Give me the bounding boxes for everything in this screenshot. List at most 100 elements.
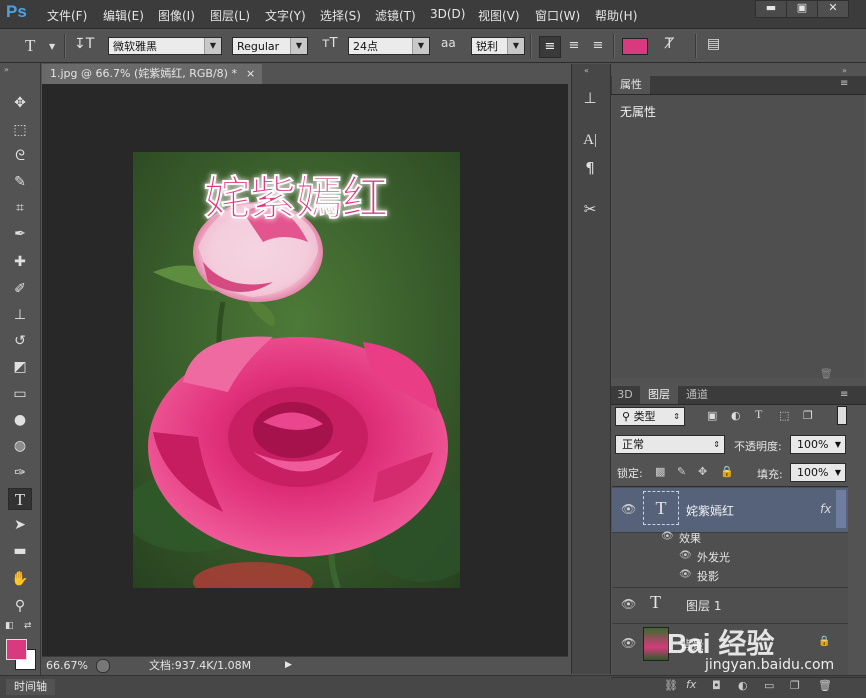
zoom-tool-icon[interactable]: ⚲	[8, 595, 32, 617]
document-image[interactable]: 姹紫嫣红	[133, 152, 460, 588]
history-panel-icon[interactable]: ⊥	[576, 86, 604, 110]
tab-channels[interactable]: 通道	[680, 386, 714, 404]
brush-tool-icon[interactable]: ✐	[8, 278, 32, 300]
lock-all-icon[interactable]: 🔒	[720, 465, 734, 478]
add-mask-icon[interactable]: ◘	[712, 679, 721, 692]
marquee-tool-icon[interactable]: ⬚	[8, 119, 32, 141]
align-right-icon[interactable]: ≡	[588, 36, 608, 56]
font-size-select[interactable]: 24点 ▼	[348, 37, 430, 55]
filter-shape-icon[interactable]: ⬚	[779, 409, 789, 422]
panel-menu-icon[interactable]: ≡	[840, 389, 848, 400]
tab-layers[interactable]: 图层	[640, 386, 678, 404]
type-tool-icon-active[interactable]: T	[8, 488, 32, 510]
crop-tool-icon[interactable]: ⌗	[8, 197, 32, 219]
font-style-select[interactable]: Regular ▼	[232, 37, 308, 55]
close-tab-icon[interactable]: ×	[246, 67, 255, 80]
new-layer-icon[interactable]: ❐	[790, 679, 800, 692]
panel-menu-icon[interactable]: ≡	[840, 78, 848, 89]
layer-name[interactable]: 姹紫嫣红	[686, 502, 734, 519]
status-menu-arrow-icon[interactable]: ▶	[285, 657, 292, 674]
menu-view[interactable]: 视图(V)	[478, 7, 520, 24]
gradient-tool-icon[interactable]: ▭	[8, 383, 32, 405]
blur-tool-icon[interactable]: ●	[8, 409, 32, 431]
new-group-icon[interactable]: ▭	[764, 679, 774, 692]
filter-toggle[interactable]	[837, 406, 847, 425]
menu-filter[interactable]: 滤镜(T)	[375, 7, 416, 24]
zoom-level[interactable]: 66.67%	[46, 657, 88, 674]
effects-label[interactable]: 效果	[679, 530, 701, 546]
menu-layer[interactable]: 图层(L)	[210, 7, 250, 24]
font-family-select[interactable]: 微软雅黑 ▼	[108, 37, 222, 55]
pen-tool-icon[interactable]: ✑	[8, 462, 32, 484]
tab-3d[interactable]: 3D	[612, 386, 638, 404]
add-style-icon[interactable]: fx	[686, 678, 696, 691]
visibility-eye-icon[interactable]: 👁	[621, 597, 636, 611]
visibility-eye-icon[interactable]: 👁	[621, 502, 636, 516]
move-tool-icon[interactable]: ✥	[8, 92, 32, 114]
close-icon[interactable]: ✕	[817, 0, 849, 18]
timeline-tab[interactable]: 时间轴	[6, 679, 55, 695]
effects-eye-icon[interactable]: 👁	[661, 531, 674, 542]
eyedropper-tool-icon[interactable]: ✒	[8, 223, 32, 245]
collapse-icon[interactable]: «	[584, 66, 589, 75]
clone-stamp-tool-icon[interactable]: ⊥	[8, 304, 32, 326]
layer-effects-fx-icon[interactable]: fx	[820, 502, 831, 516]
path-selection-tool-icon[interactable]: ➤	[8, 514, 32, 536]
text-color-swatch[interactable]	[622, 38, 648, 55]
menu-image[interactable]: 图像(I)	[158, 7, 195, 24]
menu-window[interactable]: 窗口(W)	[535, 7, 580, 24]
trash-icon[interactable]: 🗑	[820, 369, 833, 380]
paragraph-panel-icon[interactable]: ¶	[576, 156, 604, 180]
character-panel-icon[interactable]: A|	[576, 128, 604, 152]
align-left-icon[interactable]: ≡	[539, 36, 561, 58]
hand-tool-icon[interactable]: ✋	[8, 568, 32, 590]
quick-selection-tool-icon[interactable]: ✎	[8, 171, 32, 193]
drop-shadow-eye-icon[interactable]: 👁	[679, 569, 692, 580]
align-center-icon[interactable]: ≡	[564, 36, 584, 56]
tool-presets-icon[interactable]: ✂	[576, 197, 604, 221]
filter-smart-object-icon[interactable]: ❐	[803, 409, 813, 422]
healing-brush-tool-icon[interactable]: ✚	[8, 251, 32, 273]
text-orientation-icon[interactable]: ↧T	[74, 36, 94, 52]
outer-glow-eye-icon[interactable]: 👁	[679, 550, 692, 561]
eraser-tool-icon[interactable]: ◩	[8, 356, 32, 378]
swap-colors-icon[interactable]: ⇄	[24, 621, 32, 631]
character-panel-icon[interactable]: ▤	[707, 36, 720, 52]
rectangle-tool-icon[interactable]: ▬	[8, 540, 32, 562]
filter-adjustment-icon[interactable]: ◐	[731, 409, 741, 422]
history-brush-tool-icon[interactable]: ↺	[8, 330, 32, 352]
visibility-eye-icon[interactable]: 👁	[621, 636, 636, 650]
menu-edit[interactable]: 编辑(E)	[103, 7, 144, 24]
layers-scrollbar[interactable]	[836, 490, 846, 528]
foreground-color-swatch[interactable]	[6, 639, 27, 660]
minimize-icon[interactable]: ▬	[755, 0, 787, 18]
tool-preset-arrow-icon[interactable]: ▼	[49, 42, 55, 51]
menu-type[interactable]: 文字(Y)	[265, 7, 306, 24]
filter-pixel-icon[interactable]: ▣	[707, 409, 717, 422]
menu-file[interactable]: 文件(F)	[47, 7, 87, 24]
menu-help[interactable]: 帮助(H)	[595, 7, 637, 24]
fill-input[interactable]: 100% ▼	[790, 463, 846, 482]
status-preview-icon[interactable]	[96, 659, 110, 673]
warp-text-icon[interactable]: Ⱦ	[665, 36, 674, 52]
link-layers-icon[interactable]: ⛓	[664, 679, 678, 692]
lock-pixels-icon[interactable]: ✎	[677, 465, 686, 478]
restore-icon[interactable]: ▣	[786, 0, 818, 18]
layer-filter-select[interactable]: ⚲ 类型 ⇕	[615, 407, 685, 426]
blend-mode-select[interactable]: 正常 ⇕	[615, 435, 725, 454]
menu-3d[interactable]: 3D(D)	[430, 7, 465, 21]
type-tool-icon[interactable]: T	[25, 36, 35, 56]
antialias-select[interactable]: 锐利 ▼	[471, 37, 525, 55]
menu-select[interactable]: 选择(S)	[320, 7, 361, 24]
document-tab[interactable]: 1.jpg @ 66.7% (姹紫嫣红, RGB/8) *	[42, 64, 262, 84]
delete-layer-icon[interactable]: 🗑	[818, 679, 832, 692]
layer-name[interactable]: 图层 1	[686, 597, 721, 614]
lasso-tool-icon[interactable]: ᘓ	[8, 145, 32, 167]
opacity-input[interactable]: 100% ▼	[790, 435, 846, 454]
default-colors-icon[interactable]: ◧	[5, 621, 14, 631]
effect-drop-shadow[interactable]: 投影	[697, 568, 719, 584]
lock-transparent-icon[interactable]: ▩	[655, 465, 665, 478]
dodge-tool-icon[interactable]: ◍	[8, 435, 32, 457]
filter-type-icon[interactable]: T	[755, 407, 762, 422]
collapse-icon[interactable]: »	[842, 66, 847, 75]
